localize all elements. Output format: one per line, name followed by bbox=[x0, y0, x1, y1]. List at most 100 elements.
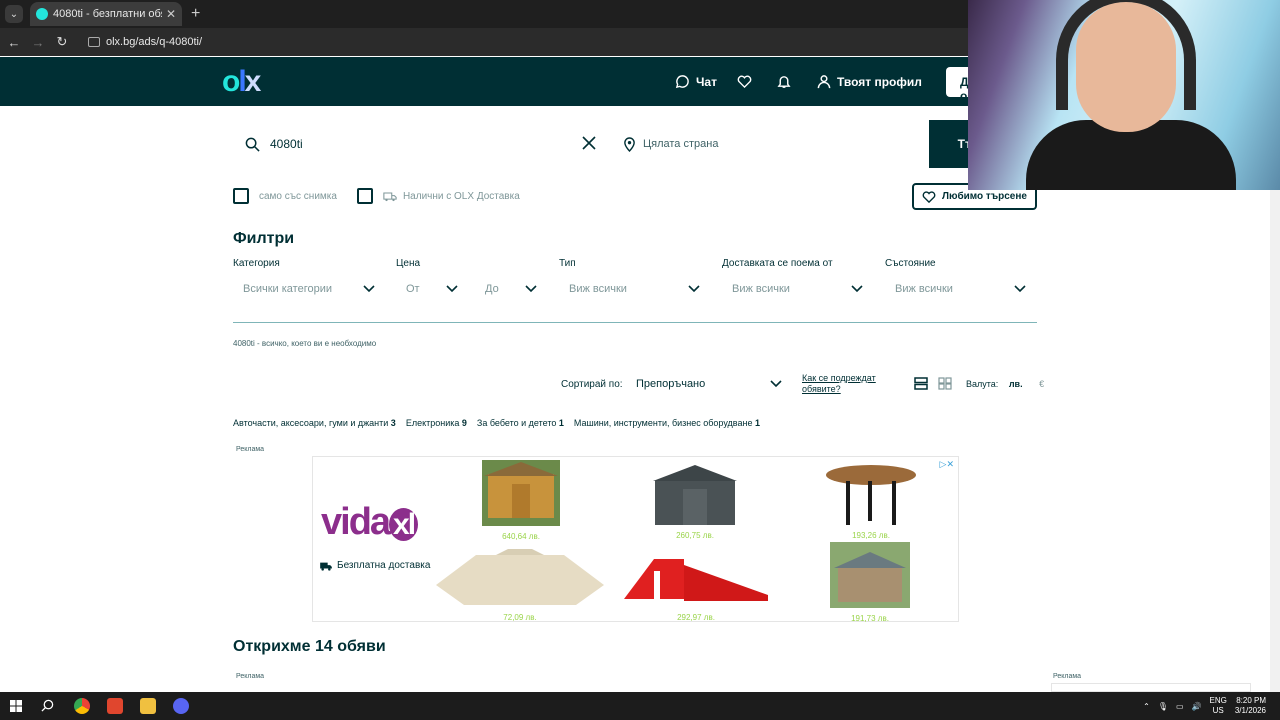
category-link[interactable]: Електроника 9 bbox=[406, 418, 467, 428]
search-query-text: 4080ti bbox=[270, 137, 303, 151]
olx-delivery-label: Налични с OLX Доставка bbox=[402, 190, 520, 202]
show-hidden-icons-icon[interactable]: ⌃ bbox=[1143, 702, 1150, 711]
browser-tab[interactable]: 4080ti - безплатни обяви | OLX ✕ bbox=[30, 2, 182, 26]
delivery-value: Виж всички bbox=[732, 283, 790, 295]
sort-dropdown[interactable]: Препоръчано bbox=[636, 378, 782, 390]
ad-product[interactable]: 193,26 лв. bbox=[823, 461, 919, 540]
ad-price: 292,97 лв. bbox=[677, 613, 715, 622]
ad-price: 640,64 лв. bbox=[502, 532, 540, 541]
tab-close-icon[interactable]: ✕ bbox=[166, 7, 176, 21]
search-icon bbox=[245, 137, 260, 152]
price-to-value: До bbox=[485, 283, 499, 295]
ad-product[interactable]: 72,09 лв. bbox=[435, 549, 605, 622]
olx-delivery-checkbox[interactable] bbox=[356, 188, 373, 204]
metal-shed-image bbox=[653, 465, 737, 525]
category-dropdown[interactable]: Всички категории bbox=[233, 283, 375, 295]
vidaxl-brand-text: vida bbox=[321, 501, 391, 543]
app-cube-icon[interactable] bbox=[107, 698, 123, 714]
file-explorer-icon[interactable] bbox=[140, 698, 156, 714]
user-icon bbox=[817, 75, 831, 89]
search-icon[interactable] bbox=[41, 699, 54, 712]
free-delivery-note: Безплатна доставка bbox=[319, 560, 430, 571]
category-link[interactable]: Машини, инструменти, бизнес оборудване 1 bbox=[574, 418, 760, 428]
system-tray: ⌃ 🎙 ▭ 🔊 ENG US 8:20 PM 3/1/2026 bbox=[1143, 696, 1266, 716]
price-from-value: От bbox=[406, 283, 420, 295]
price-from-dropdown[interactable]: От bbox=[396, 283, 458, 295]
ad-product[interactable]: 640,64 лв. bbox=[481, 460, 561, 541]
url-field[interactable]: olx.bg/ads/q-4080ti/ bbox=[88, 36, 202, 48]
delivery-dropdown[interactable]: Виж всички bbox=[722, 283, 863, 295]
microphone-icon[interactable]: 🎙 bbox=[1158, 702, 1168, 711]
condition-label: Състояние bbox=[885, 258, 936, 269]
search-input[interactable]: 4080ti bbox=[233, 120, 609, 168]
profile-label: Твоят профил bbox=[837, 74, 922, 89]
category-link[interactable]: За бебето и детето 1 bbox=[477, 418, 564, 428]
chrome-icon[interactable] bbox=[74, 698, 90, 714]
olx-logo[interactable]: olx bbox=[222, 67, 261, 97]
ad-product[interactable]: 191,73 лв. bbox=[829, 542, 911, 623]
chevron-down-icon bbox=[446, 285, 458, 293]
site-info-icon[interactable] bbox=[88, 37, 100, 47]
ad-product[interactable]: 292,97 лв. bbox=[623, 549, 769, 622]
ad-choices-icon[interactable]: ▷✕ bbox=[940, 459, 954, 470]
grid-view-icon[interactable] bbox=[938, 377, 952, 390]
price-range: От До bbox=[396, 283, 537, 295]
sort-value: Препоръчано bbox=[636, 378, 706, 390]
vidaxl-logo: vida xl bbox=[321, 501, 419, 544]
favourites-heart-icon[interactable] bbox=[737, 74, 758, 88]
volume-icon[interactable]: 🔊 bbox=[1192, 702, 1202, 711]
price-to-dropdown[interactable]: До bbox=[485, 283, 537, 295]
category-value: Всички категории bbox=[243, 283, 332, 295]
discord-icon[interactable] bbox=[173, 698, 189, 714]
ad-product[interactable]: 260,75 лв. bbox=[643, 463, 747, 540]
filters-title: Филтри bbox=[233, 230, 295, 247]
price-label: Цена bbox=[396, 258, 421, 269]
list-view-icon[interactable] bbox=[914, 377, 928, 390]
currency-eur[interactable]: € bbox=[1039, 379, 1044, 389]
currency-switch: Валута: лв. € bbox=[966, 379, 1044, 389]
clock-date: 3/1/2026 bbox=[1234, 706, 1266, 715]
category-link[interactable]: Авточасти, аксесоари, гуми и джанти 3 bbox=[233, 418, 396, 428]
sort-label: Сортирай по: bbox=[561, 379, 623, 390]
notifications-bell-icon[interactable] bbox=[777, 74, 797, 89]
ad-price: 72,09 лв. bbox=[503, 613, 537, 622]
chevron-down-icon bbox=[851, 285, 863, 293]
windows-taskbar: ⌃ 🎙 ▭ 🔊 ENG US 8:20 PM 3/1/2026 bbox=[0, 692, 1280, 720]
ad-price: 193,26 лв. bbox=[852, 531, 890, 540]
profile-link[interactable]: Твоят профил bbox=[817, 74, 922, 89]
quick-filters: само със снимка Налични с OLX Доставка bbox=[233, 188, 520, 204]
chat-link[interactable]: Чат bbox=[675, 74, 717, 89]
garden-shelter-image bbox=[830, 542, 910, 608]
car-ramp-image bbox=[624, 559, 768, 601]
type-filter: Тип Виж всички bbox=[559, 258, 700, 295]
photo-only-checkbox[interactable] bbox=[233, 188, 249, 204]
olx-favicon-icon bbox=[36, 8, 48, 20]
reload-icon[interactable]: ↻ bbox=[50, 34, 74, 50]
back-icon[interactable]: ← bbox=[2, 35, 26, 50]
vidaxl-xl-text: xl bbox=[389, 508, 419, 541]
type-label: Тип bbox=[559, 258, 576, 269]
location-pin-icon bbox=[624, 136, 635, 152]
condition-dropdown[interactable]: Виж всички bbox=[885, 283, 1026, 295]
side-ad-banner[interactable] bbox=[1051, 683, 1251, 692]
type-dropdown[interactable]: Виж всички bbox=[559, 283, 700, 295]
category-name: Авточасти, аксесоари, гуми и джанти bbox=[233, 418, 389, 428]
network-icon[interactable]: ▭ bbox=[1176, 702, 1184, 711]
clock[interactable]: 8:20 PM 3/1/2026 bbox=[1235, 696, 1266, 716]
wooden-table-image bbox=[826, 465, 916, 525]
vidaxl-ad-banner[interactable]: ▷✕ vida xl Безплатна доставка 640,64 лв. … bbox=[312, 456, 959, 623]
location-input[interactable]: Цялата страна bbox=[623, 120, 923, 168]
delivery-truck-icon bbox=[383, 191, 397, 201]
tab-search-icon[interactable]: ⌄ bbox=[5, 5, 23, 23]
windows-start-icon[interactable] bbox=[10, 700, 22, 712]
language-indicator[interactable]: ENG US bbox=[1210, 696, 1227, 716]
category-filter: Категория Всички категории bbox=[233, 258, 375, 295]
how-ordered-link[interactable]: Как се подреждат обявите? bbox=[802, 373, 892, 395]
currency-label: Валута: bbox=[966, 379, 999, 389]
favourite-search-label: Любимо търсене bbox=[942, 191, 1027, 202]
new-tab-icon[interactable]: + bbox=[191, 5, 200, 23]
forward-icon[interactable]: → bbox=[26, 35, 50, 50]
condition-filter: Състояние Виж всички bbox=[885, 258, 1026, 295]
currency-bgn[interactable]: лв. bbox=[1009, 379, 1023, 389]
chat-icon bbox=[675, 75, 689, 89]
